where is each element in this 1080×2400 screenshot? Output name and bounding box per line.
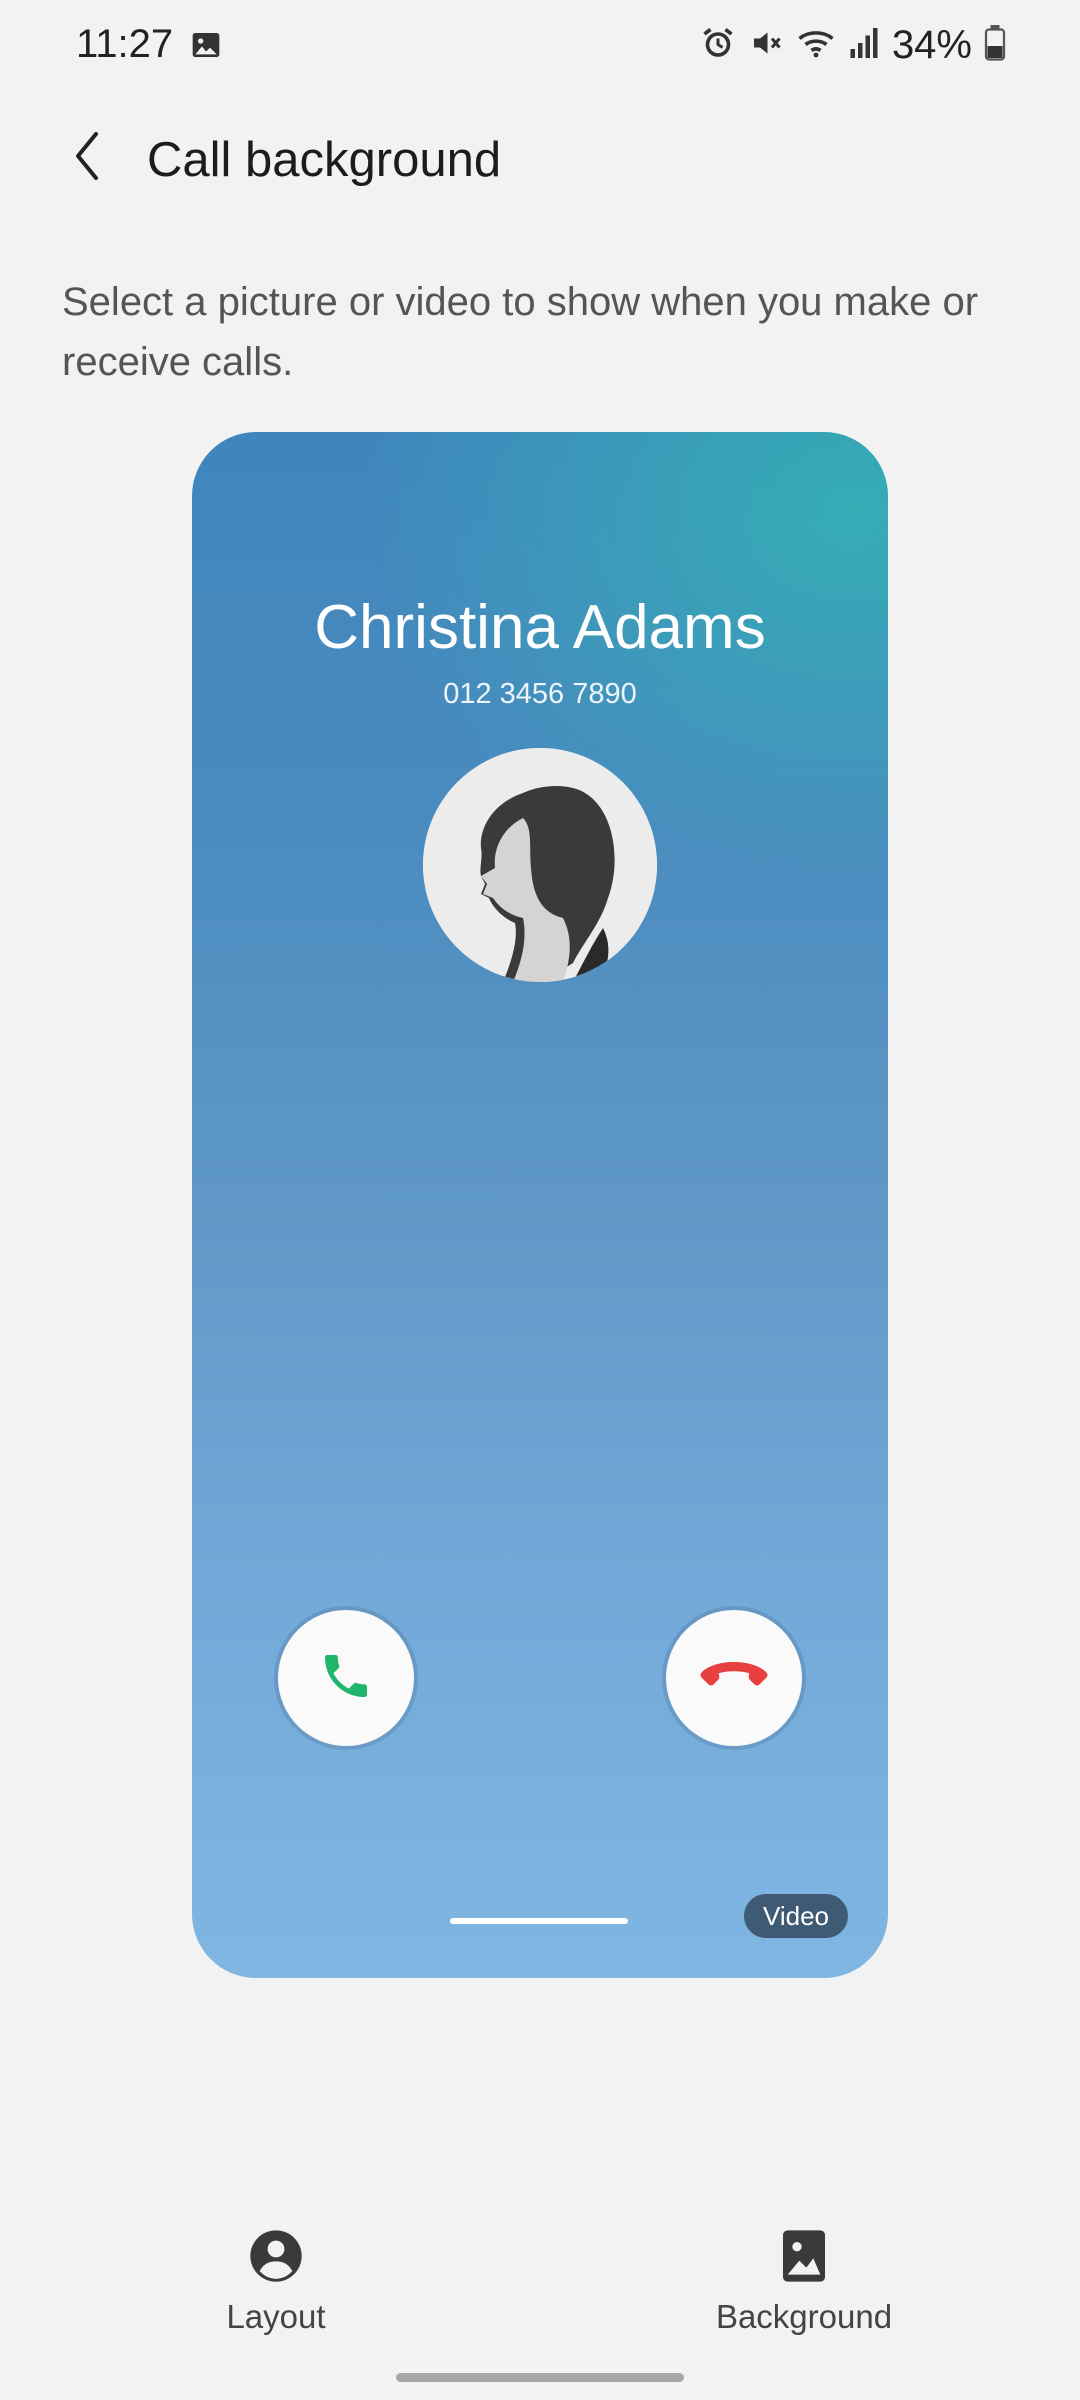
image-icon bbox=[190, 29, 222, 66]
nav-layout[interactable]: Layout bbox=[146, 2200, 406, 2340]
caller-number: 012 3456 7890 bbox=[443, 678, 637, 710]
video-badge: Video bbox=[744, 1894, 848, 1938]
alarm-icon bbox=[700, 25, 736, 66]
nav-background[interactable]: Background bbox=[674, 2200, 934, 2340]
system-gesture-bar[interactable] bbox=[396, 2373, 684, 2382]
decline-call-button[interactable] bbox=[666, 1610, 802, 1746]
status-bar: 11:27 34% bbox=[0, 0, 1080, 90]
preview-home-indicator bbox=[450, 1918, 628, 1924]
status-time: 11:27 bbox=[76, 22, 174, 66]
phone-decline-icon bbox=[698, 1656, 770, 1701]
chevron-left-icon bbox=[72, 130, 102, 187]
battery-icon bbox=[984, 24, 1006, 66]
nav-layout-label: Layout bbox=[226, 2298, 326, 2335]
phone-accept-icon bbox=[318, 1648, 374, 1709]
person-circle-icon bbox=[246, 2226, 306, 2286]
status-icons: 34% bbox=[700, 18, 1006, 72]
app-header: Call background bbox=[0, 110, 1080, 220]
accept-call-button[interactable] bbox=[278, 1610, 414, 1746]
mute-icon bbox=[748, 25, 784, 66]
signal-icon bbox=[848, 25, 880, 66]
caller-avatar bbox=[423, 748, 657, 982]
description-text: Select a picture or video to show when y… bbox=[62, 280, 979, 384]
image-icon bbox=[774, 2226, 834, 2286]
nav-background-label: Background bbox=[715, 2298, 893, 2335]
bottom-navigation: Layout Background bbox=[0, 2200, 1080, 2340]
call-preview[interactable]: Christina Adams 012 3456 7890 Video bbox=[192, 432, 888, 1978]
page-title: Call background bbox=[147, 133, 502, 187]
wifi-icon bbox=[796, 25, 836, 66]
caller-name: Christina Adams bbox=[314, 593, 766, 662]
back-button[interactable] bbox=[52, 118, 122, 198]
battery-percent: 34% bbox=[891, 22, 972, 67]
